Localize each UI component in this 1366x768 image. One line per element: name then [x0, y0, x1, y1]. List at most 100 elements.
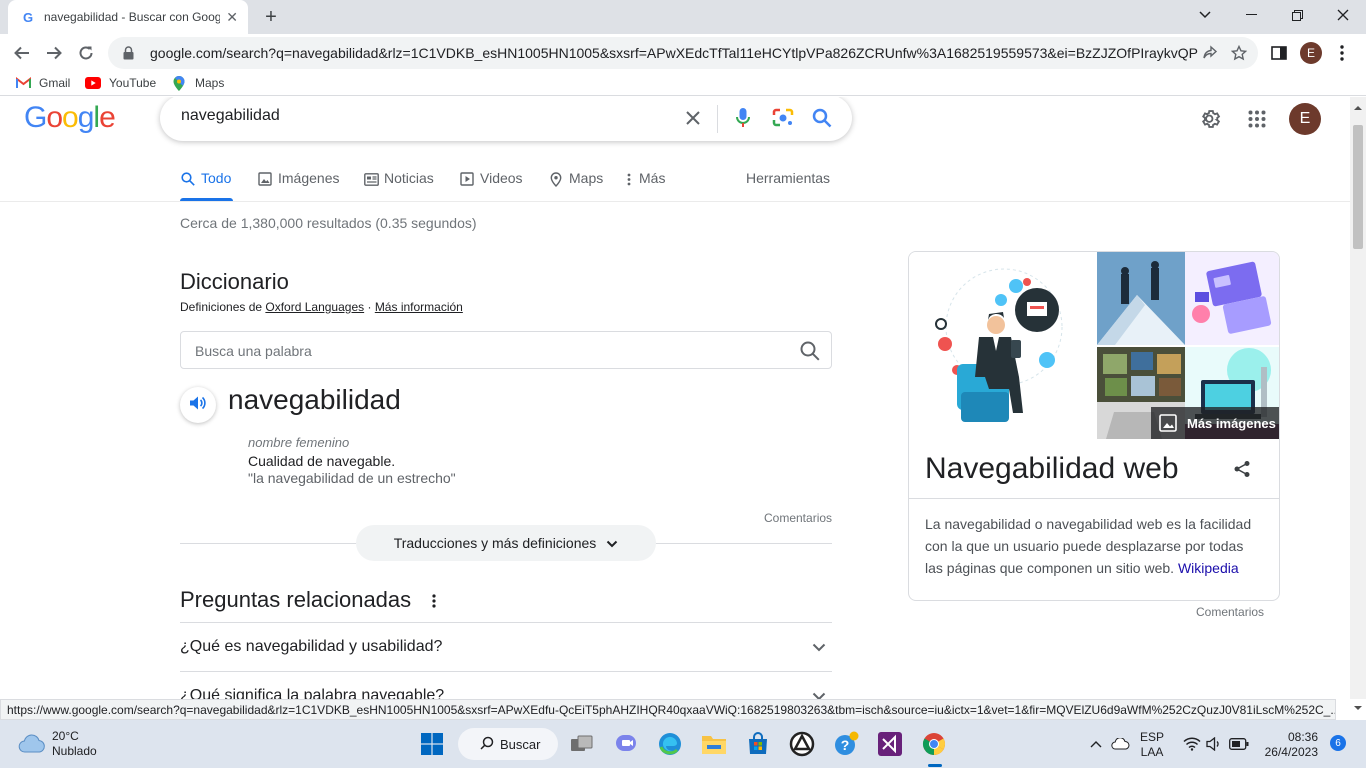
battery-icon[interactable]	[1228, 732, 1250, 756]
search-input[interactable]: navegabilidad	[181, 107, 280, 125]
settings-gear-icon[interactable]	[1199, 107, 1223, 131]
clear-search-icon[interactable]	[681, 106, 705, 130]
tab-mas[interactable]: Más	[625, 170, 665, 200]
weather-widget[interactable]: 20°C Nublado	[18, 729, 97, 759]
maps-pin-icon	[171, 75, 187, 91]
bookmark-label: Gmail	[39, 76, 71, 90]
taskbar-search-button[interactable]: Buscar	[458, 728, 558, 760]
search-icon	[180, 171, 196, 187]
wifi-icon[interactable]	[1182, 732, 1202, 756]
bookmark-star-icon[interactable]	[1229, 43, 1249, 63]
scrollbar-thumb[interactable]	[1353, 125, 1363, 249]
account-avatar[interactable]: E	[1289, 103, 1321, 135]
chrome-icon[interactable]	[918, 728, 950, 760]
tab-close-icon[interactable]: ✕	[226, 9, 238, 26]
more-definitions-label: Traducciones y más definiciones	[393, 535, 597, 551]
restore-button[interactable]	[1274, 0, 1320, 30]
lock-icon[interactable]	[120, 45, 136, 61]
related-question-item[interactable]: ¿Qué significa la palabra navegable?	[180, 672, 832, 699]
profile-button[interactable]: E	[1300, 42, 1322, 64]
related-question-item[interactable]: ¿Qué es navegabilidad y usabilidad?	[180, 623, 832, 671]
system-clock[interactable]: 08:36 26/4/2023	[1258, 730, 1318, 760]
app-launcher-icon[interactable]	[786, 728, 818, 760]
visual-studio-icon[interactable]	[874, 728, 906, 760]
tab-search-icon[interactable]	[1182, 0, 1228, 30]
page-scrollbar[interactable]	[1350, 97, 1366, 710]
knowledge-panel-images[interactable]: Más imágenes	[909, 252, 1279, 439]
new-tab-button[interactable]: +	[258, 4, 284, 30]
search-submit-icon[interactable]	[810, 106, 834, 130]
forward-button[interactable]	[39, 38, 69, 68]
scroll-down-arrow-icon[interactable]	[1350, 701, 1366, 715]
more-options-icon[interactable]	[424, 591, 444, 611]
logo-letter: G	[24, 101, 47, 134]
tab-strip: G navegabilidad - Buscar con Google ✕ +	[0, 0, 1366, 34]
file-explorer-icon[interactable]	[698, 728, 730, 760]
pronunciation-speaker-button[interactable]	[180, 387, 216, 423]
tab-maps[interactable]: Maps	[548, 170, 603, 200]
tab-imagenes[interactable]: Imágenes	[257, 170, 339, 200]
wikipedia-link[interactable]: Wikipedia	[1178, 560, 1239, 576]
oxford-languages-link[interactable]: Oxford Languages	[265, 300, 364, 314]
start-button[interactable]	[416, 728, 448, 760]
help-question-icon[interactable]: ?	[830, 728, 862, 760]
share-page-icon[interactable]	[1200, 43, 1220, 63]
dictionary-search-field[interactable]: Busca una palabra	[180, 331, 832, 369]
share-icon[interactable]	[1233, 460, 1255, 482]
google-logo[interactable]: Google	[24, 101, 116, 135]
youtube-icon	[85, 76, 101, 90]
knowledge-panel-feedback-link[interactable]: Comentarios	[1196, 605, 1264, 619]
close-window-button[interactable]	[1320, 0, 1366, 30]
microsoft-store-icon[interactable]	[742, 728, 774, 760]
knowledge-panel-description: La navegabilidad o navegabilidad web es …	[925, 513, 1265, 579]
teams-chat-icon[interactable]	[610, 728, 642, 760]
dictionary-feedback-link[interactable]: Comentarios	[764, 511, 832, 525]
more-images-button[interactable]: Más imágenes	[1151, 407, 1279, 439]
scroll-up-arrow-icon[interactable]	[1350, 101, 1366, 115]
address-bar[interactable]: google.com/search?q=navegabilidad&rlz=1C…	[108, 37, 1258, 69]
chrome-active-indicator	[928, 764, 942, 767]
google-apps-icon[interactable]	[1245, 107, 1269, 131]
tab-todo[interactable]: Todo	[180, 170, 231, 200]
more-definitions-button[interactable]: Traducciones y más definiciones	[356, 525, 656, 561]
bookmark-youtube[interactable]: YouTube	[85, 76, 156, 90]
tools-button[interactable]: Herramientas	[746, 170, 830, 186]
more-info-link[interactable]: Más información	[375, 300, 463, 314]
back-button[interactable]	[7, 38, 37, 68]
side-panel-icon[interactable]	[1268, 42, 1290, 64]
search-box[interactable]: navegabilidad	[160, 97, 852, 141]
dictionary-search-placeholder[interactable]: Busca una palabra	[195, 343, 312, 359]
edge-browser-icon[interactable]	[654, 728, 686, 760]
voice-search-icon[interactable]	[731, 106, 755, 130]
minimize-button[interactable]	[1228, 0, 1274, 30]
lens-camera-icon[interactable]	[771, 106, 795, 130]
knowledge-panel: Más imágenes Navegabilidad web La navega…	[908, 251, 1280, 601]
tab-videos[interactable]: Videos	[459, 170, 523, 200]
chrome-menu-icon[interactable]	[1331, 42, 1353, 64]
show-hidden-icons-chevron-up-icon[interactable]	[1088, 732, 1104, 756]
language-code: ESP	[1140, 730, 1165, 744]
notification-badge[interactable]: 6	[1330, 735, 1346, 751]
tab-label: Noticias	[384, 170, 434, 186]
logo-letter: o	[62, 101, 79, 134]
part-of-speech: nombre femenino	[248, 435, 350, 450]
tab-noticias[interactable]: Noticias	[363, 170, 434, 200]
search-icon[interactable]	[799, 340, 821, 362]
address-url[interactable]: google.com/search?q=navegabilidad&rlz=1C…	[150, 45, 1198, 61]
header-divider	[0, 201, 1350, 202]
reload-button[interactable]	[71, 38, 101, 68]
task-view-icon[interactable]	[566, 728, 598, 760]
bookmark-gmail[interactable]: Gmail	[15, 76, 70, 90]
tab-label: Todo	[201, 170, 232, 186]
clock-date: 26/4/2023	[1264, 745, 1318, 759]
volume-icon[interactable]	[1205, 732, 1225, 756]
bookmark-maps[interactable]: Maps	[171, 75, 224, 91]
onedrive-cloud-icon[interactable]	[1110, 732, 1132, 756]
tab-label: Maps	[569, 170, 604, 186]
temperature-text: 20°C	[52, 729, 79, 743]
image-icon	[1159, 414, 1177, 432]
browser-tab-active[interactable]: G navegabilidad - Buscar con Google ✕	[8, 0, 248, 34]
input-language-indicator[interactable]: ESP LAA	[1140, 730, 1164, 760]
browser-toolbar: google.com/search?q=navegabilidad&rlz=1C…	[0, 34, 1366, 72]
definition-example: "la navegabilidad de un estrecho"	[248, 470, 456, 486]
